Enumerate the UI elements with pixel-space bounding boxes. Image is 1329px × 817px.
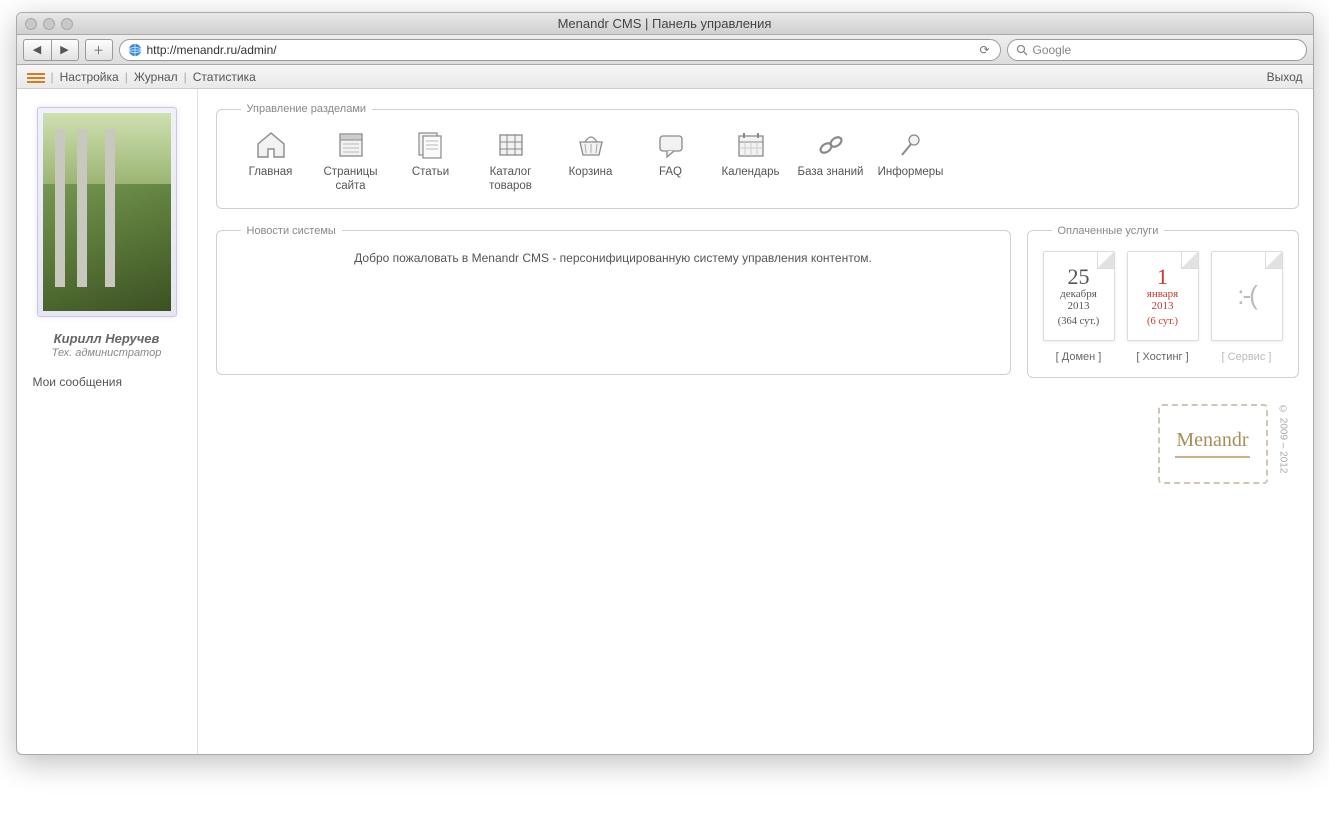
pin-icon — [891, 129, 931, 161]
nav-stats[interactable]: Статистика — [193, 70, 256, 84]
window-controls — [17, 18, 73, 30]
news-legend: Новости системы — [241, 225, 342, 237]
titlebar: Menandr CMS | Панель управления — [17, 13, 1313, 35]
sections-panel: Управление разделами Главная Страницы са… — [216, 103, 1299, 209]
search-icon — [1016, 44, 1028, 56]
back-button[interactable]: ◀ — [23, 39, 51, 61]
avatar-image — [43, 113, 171, 311]
paid-services-panel: Оплаченные услуги 25 декабря 2013 (364 с… — [1027, 225, 1299, 378]
site-icon — [128, 43, 142, 57]
zoom-window-button[interactable] — [61, 18, 73, 30]
user-role: Тех. администратор — [52, 347, 162, 359]
browser-window: Menandr CMS | Панель управления ◀ ▶ ＋ ht… — [16, 12, 1314, 755]
welcome-text: Добро пожаловать в Menandr CMS - персони… — [354, 251, 872, 265]
admin-topbar: | Настройка | Журнал | Статистика Выход — [17, 65, 1313, 89]
browser-toolbar: ◀ ▶ ＋ http://menandr.ru/admin/ ⟳ Google — [17, 35, 1313, 65]
chain-icon — [811, 129, 851, 161]
section-catalog[interactable]: Каталог товаров — [471, 129, 551, 194]
system-news-panel: Новости системы Добро пожаловать в Menan… — [216, 225, 1011, 375]
sections-row: Главная Страницы сайта Статьи — [231, 129, 1284, 194]
catalog-icon — [491, 129, 531, 161]
services-legend: Оплаченные услуги — [1052, 225, 1165, 237]
copyright: © 2009 – 2012 — [1278, 404, 1289, 473]
faq-icon — [651, 129, 691, 161]
section-faq[interactable]: FAQ — [631, 129, 711, 194]
basket-icon — [571, 129, 611, 161]
add-bookmark-button[interactable]: ＋ — [85, 39, 113, 61]
service-hosting[interactable]: 1 января 2013 (6 сут.) [ Хостинг ] — [1126, 251, 1200, 363]
section-calendar[interactable]: Календарь — [711, 129, 791, 194]
forward-button[interactable]: ▶ — [51, 39, 79, 61]
sidebar: Кирилл Неручев Тех. администратор Мои со… — [17, 89, 197, 754]
home-icon — [251, 129, 291, 161]
reload-icon[interactable]: ⟳ — [978, 43, 992, 57]
avatar[interactable] — [37, 107, 177, 317]
pages-icon — [331, 129, 371, 161]
service-domain[interactable]: 25 декабря 2013 (364 сут.) [ Домен ] — [1042, 251, 1116, 363]
sections-legend: Управление разделами — [241, 103, 373, 115]
articles-icon — [411, 129, 451, 161]
brand-stamp[interactable]: Menandr — [1158, 404, 1268, 484]
footer: Menandr © 2009 – 2012 — [216, 394, 1299, 484]
section-informers[interactable]: Информеры — [871, 129, 951, 194]
calendar-icon — [731, 129, 771, 161]
window-title: Menandr CMS | Панель управления — [17, 16, 1313, 31]
address-bar[interactable]: http://menandr.ru/admin/ ⟳ — [119, 39, 1001, 61]
nav-logout[interactable]: Выход — [1267, 70, 1303, 84]
section-pages[interactable]: Страницы сайта — [311, 129, 391, 194]
nav-settings[interactable]: Настройка — [60, 70, 119, 84]
my-messages-link[interactable]: Мои сообщения — [29, 375, 122, 389]
section-articles[interactable]: Статьи — [391, 129, 471, 194]
user-name: Кирилл Неручев — [54, 331, 160, 346]
url-text: http://menandr.ru/admin/ — [147, 43, 973, 57]
section-cart[interactable]: Корзина — [551, 129, 631, 194]
minimize-window-button[interactable] — [43, 18, 55, 30]
section-kb[interactable]: База знаний — [791, 129, 871, 194]
search-placeholder: Google — [1033, 43, 1072, 57]
close-window-button[interactable] — [25, 18, 37, 30]
admin-home-icon[interactable] — [27, 70, 45, 84]
section-home[interactable]: Главная — [231, 129, 311, 194]
nav-journal[interactable]: Журнал — [134, 70, 178, 84]
service-extra[interactable]: :-( [ Сервис ] — [1210, 251, 1284, 363]
main-content: Управление разделами Главная Страницы са… — [197, 89, 1313, 754]
search-field[interactable]: Google — [1007, 39, 1307, 61]
sad-face-icon: :-( — [1237, 280, 1256, 311]
